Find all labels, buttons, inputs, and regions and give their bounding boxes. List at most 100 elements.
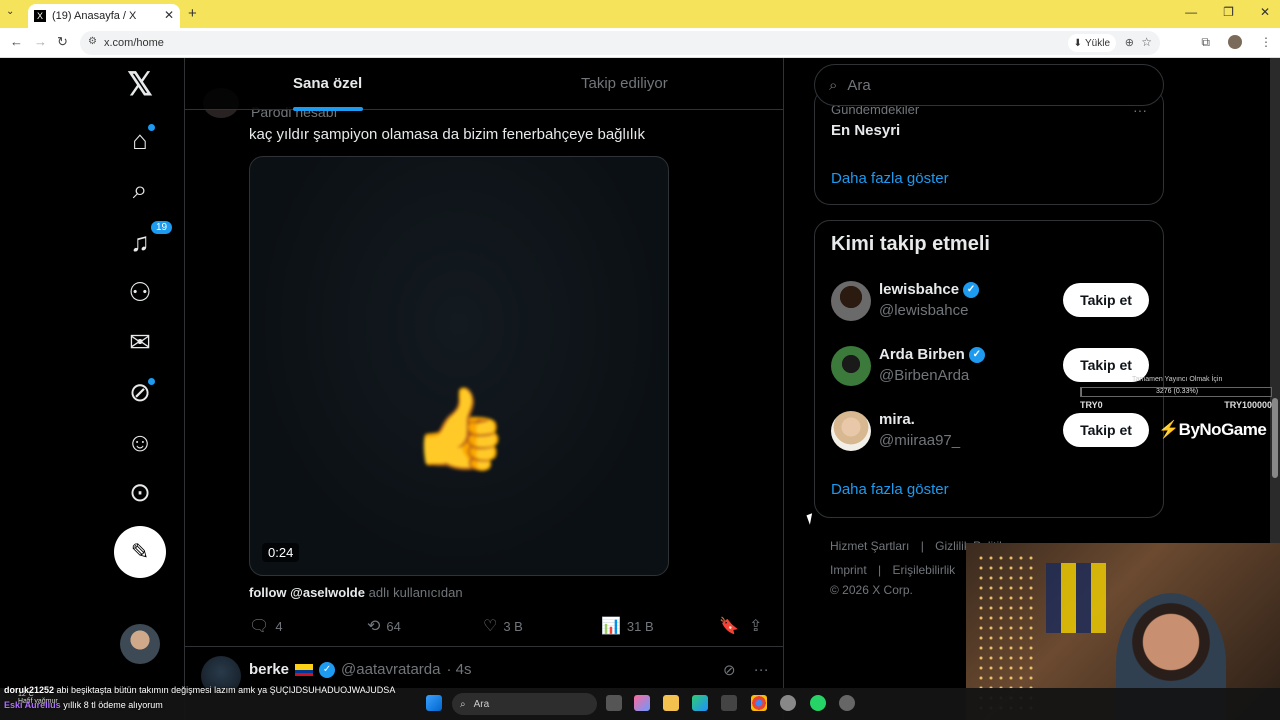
tab-search-icon[interactable]: ⌄ <box>6 6 14 17</box>
bookmark-star-icon[interactable]: ☆ <box>1141 35 1152 49</box>
store-icon[interactable] <box>721 695 737 711</box>
bynogame-mark-icon: ⚡ <box>1158 420 1179 439</box>
tweet-divider <box>185 646 783 647</box>
who-to-follow-title: Kimi takip etmeli <box>831 233 990 255</box>
grok-tweet-icon[interactable]: ⊘ <box>723 661 736 679</box>
tab-title: (19) Anasayfa / X <box>52 10 137 22</box>
tweet1-video[interactable]: 👍 0:24 <box>249 156 669 576</box>
explore-icon[interactable]: ⌕ <box>124 174 156 206</box>
like-button[interactable]: ♡ 3 B <box>483 616 523 636</box>
avatar[interactable] <box>831 281 871 321</box>
repost-button[interactable]: ⟲ 64 <box>367 616 401 636</box>
search-placeholder: Ara <box>847 76 871 94</box>
task-view-icon[interactable] <box>606 695 622 711</box>
profile-avatar-icon[interactable] <box>1228 35 1242 52</box>
chat-user: doruk21252 <box>4 685 55 695</box>
user-name[interactable]: Arda Birben <box>879 346 965 363</box>
active-tab-underline <box>293 107 363 111</box>
compose-icon: ✎ <box>130 539 150 564</box>
share-icon: ⇪ <box>749 618 763 635</box>
messages-icon[interactable]: ✉ <box>124 326 156 358</box>
address-bar[interactable]: ⚙ x.com/home ⬇ Yükle ⊕ ☆ <box>80 31 1160 55</box>
video-attribution[interactable]: follow @aselwolde adlı kullanıcıdan <box>249 585 463 600</box>
tab-following[interactable]: Takip ediliyor <box>581 75 668 92</box>
notifications-icon[interactable]: ♫ 19 <box>124 220 174 258</box>
share-button[interactable]: ⇪ <box>749 616 762 636</box>
follow-icon[interactable]: ⚇ <box>124 276 156 308</box>
browser-title-bar: ⌄ X (19) Anasayfa / X ✕ + — ❐ ✕ <box>0 0 1280 28</box>
chat-user: Eski Aurelius <box>4 700 61 710</box>
search-input[interactable]: ⌕ Ara <box>814 64 1164 106</box>
account-avatar[interactable] <box>120 624 160 664</box>
new-tab-button[interactable]: + <box>188 5 197 22</box>
more-icon[interactable]: ⊙ <box>124 476 156 508</box>
profile-icon[interactable]: ☺ <box>124 426 156 458</box>
verified-badge-icon: ✓ <box>968 346 985 363</box>
footer-terms-link[interactable]: Hizmet Şartları <box>830 539 909 553</box>
views-button[interactable]: 📊 31 B <box>601 616 654 636</box>
minimize-icon[interactable]: — <box>1185 5 1197 19</box>
trend-name[interactable]: En Nesyri <box>831 122 900 139</box>
browser-tab[interactable]: X (19) Anasayfa / X ✕ <box>28 4 180 28</box>
tab-close-icon[interactable]: ✕ <box>164 8 174 22</box>
reload-icon[interactable]: ↻ <box>57 34 68 50</box>
x-logo-icon[interactable]: 𝕏 <box>124 66 156 102</box>
forward-icon[interactable]: → <box>34 34 47 49</box>
zoom-icon[interactable]: ⊕ <box>1125 36 1134 49</box>
avatar[interactable] <box>831 411 871 451</box>
post-button[interactable]: ✎ <box>114 526 166 578</box>
app-icon[interactable] <box>839 695 855 711</box>
start-icon[interactable] <box>426 695 442 711</box>
file-explorer-icon[interactable] <box>663 695 679 711</box>
footer-line-2: Imprint | Erişilebilirlik | <box>830 563 978 577</box>
taskbar-search[interactable]: ⌕ Ara <box>452 693 597 715</box>
extensions-icon[interactable]: ⧉ <box>1201 35 1210 52</box>
footer-accessibility-link[interactable]: Erişilebilirlik <box>893 563 956 577</box>
verified-badge-icon: ✓ <box>963 281 980 298</box>
tab-for-you[interactable]: Sana özel <box>293 75 362 92</box>
close-window-icon[interactable]: ✕ <box>1260 5 1270 19</box>
attribution-suffix: adlı kullanıcıdan <box>368 585 463 600</box>
back-icon[interactable]: ← <box>10 34 23 49</box>
thumbs-up-icon: 👍 <box>410 384 510 473</box>
grok-dot <box>148 378 155 385</box>
bookmark-button[interactable]: 🔖 <box>719 616 739 636</box>
site-info-icon[interactable]: ⚙ <box>88 36 97 47</box>
tweet-more-icon[interactable]: ··· <box>754 661 769 679</box>
restore-icon[interactable]: ❐ <box>1223 5 1234 19</box>
search-icon: ⌕ <box>829 76 838 94</box>
install-button[interactable]: ⬇ Yükle <box>1067 34 1116 52</box>
suggested-user[interactable]: mira. @miiraa97_ Takip et <box>831 411 1149 455</box>
user-name[interactable]: lewisbahce <box>879 281 959 298</box>
attribution-user[interactable]: follow @aselwolde <box>249 585 365 600</box>
grok-icon[interactable]: ⊘ <box>124 376 156 408</box>
follow-button[interactable]: Takip et <box>1063 283 1149 317</box>
chat-text: yıllık 8 tl ödeme alıyorum <box>63 700 163 710</box>
footer-imprint-link[interactable]: Imprint <box>830 563 867 577</box>
repost-count: 64 <box>386 618 401 634</box>
scrollbar-thumb[interactable] <box>1272 398 1278 478</box>
user-name[interactable]: mira. <box>879 411 915 428</box>
whatsapp-icon[interactable] <box>810 695 826 711</box>
follow-button[interactable]: Takip et <box>1063 413 1149 447</box>
views-icon: 📊 <box>601 618 621 635</box>
tweet2-name[interactable]: berke <box>249 661 289 678</box>
who-to-follow-show-more[interactable]: Daha fazla göster <box>831 481 949 498</box>
suggested-user[interactable]: lewisbahce ✓ @lewisbahce Takip et <box>831 281 1149 325</box>
reply-button[interactable]: 🗨 4 <box>249 616 283 636</box>
footer-separator: | <box>920 539 924 553</box>
avatar[interactable] <box>831 346 871 386</box>
edge-icon[interactable] <box>692 695 708 711</box>
home-icon[interactable]: ⌂ <box>124 124 156 156</box>
feed-tabs: Sana özel Takip ediliyor <box>185 58 783 111</box>
tweet2-time[interactable]: · 4s <box>446 661 471 678</box>
settings-icon[interactable] <box>780 695 796 711</box>
menu-icon[interactable]: ⋮ <box>1260 35 1272 52</box>
tweet2-handle[interactable]: @aatavratarda <box>341 661 440 678</box>
trends-show-more[interactable]: Daha fazla göster <box>831 170 949 187</box>
chrome-icon[interactable] <box>751 695 767 711</box>
url-text: x.com/home <box>104 37 164 49</box>
search-icon: ⌕ <box>460 698 466 710</box>
copilot-icon[interactable] <box>634 695 650 711</box>
donation-goal-overlay: Tamamen Yayıncı Olmak İçin 3276 (0.33%) … <box>1080 376 1272 410</box>
